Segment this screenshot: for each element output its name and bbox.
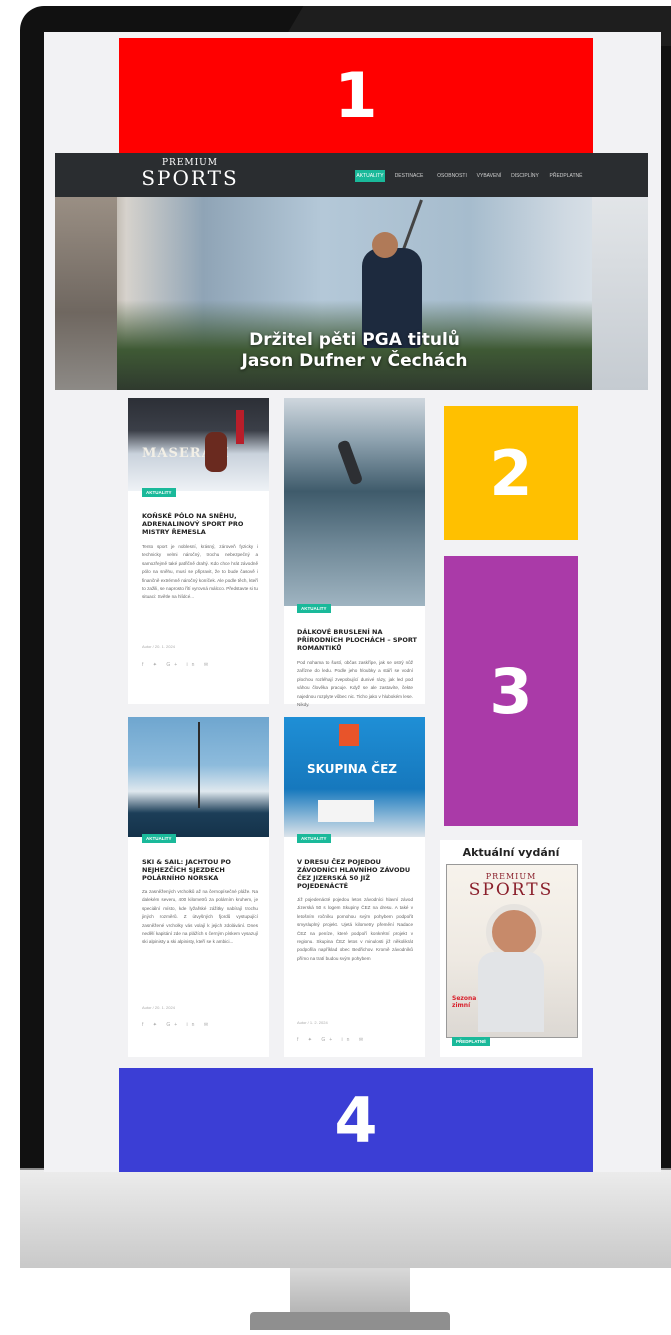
monitor-chin <box>20 1170 671 1268</box>
giant-cheque <box>318 800 374 822</box>
sidebar-title: Aktuální vydání <box>462 846 560 859</box>
ad-slot-1[interactable]: 1 <box>119 38 593 153</box>
magazine-badge: Sezona zimní <box>452 995 477 1009</box>
hero-side-right <box>592 197 648 390</box>
share-icons[interactable]: f ✦ G+ in ✉ <box>297 1037 407 1043</box>
subscribe-button[interactable]: PŘEDPLATNÉ <box>452 1037 491 1046</box>
share-icons[interactable]: f ✦ G+ in ✉ <box>142 1022 252 1028</box>
monitor-stand-foot <box>250 1312 450 1330</box>
article-title[interactable]: SKI & SAIL: JACHTOU PO NEJHEZČÍCH SJEZDE… <box>142 858 262 882</box>
site-logo[interactable]: SPORTS <box>120 166 260 190</box>
nav-item-vybaveni[interactable]: VYBAVENÍ <box>473 170 505 182</box>
hero-title[interactable]: Držitel pěti PGA titulů Jason Dufner v Č… <box>117 330 592 372</box>
hero-title-line-1: Držitel pěti PGA titulů <box>249 330 460 350</box>
cez-logo-icon <box>339 724 359 746</box>
nav-item-aktuality[interactable]: AKTUALITY <box>355 170 385 182</box>
article-meta: Autor / 20. 1. 2024 <box>142 1005 175 1010</box>
article-image-banner-text: SKUPINA ČEZ <box>307 762 397 776</box>
article-title[interactable]: V DRESU ČEZ POJEDOU ZÁVODNÍCI HLAVNÍHO Z… <box>297 858 417 890</box>
nav-item-destinace[interactable]: DESTINACE <box>392 170 426 182</box>
article-meta: Autor / 20. 1. 2024 <box>142 644 175 649</box>
share-icons[interactable]: f ✦ G+ in ✉ <box>142 662 252 668</box>
monitor-stand <box>290 1268 410 1313</box>
article-excerpt: Tento sport je noblesní, krásný, zároveň… <box>142 544 258 600</box>
article-excerpt: Za zasněžených vrcholků až na černopíseč… <box>142 889 258 945</box>
nav-item-discipliny[interactable]: DISCIPLÍNY <box>508 170 542 182</box>
magazine-cover-jacket <box>478 952 544 1032</box>
ad-slot-2[interactable]: 2 <box>444 406 578 540</box>
article-excerpt: Pod nohama to šustí, občas zaskřípe, jak… <box>297 660 413 708</box>
article-tag[interactable]: AKTUALITY <box>142 834 176 843</box>
article-meta: Autor / 1. 2. 2024 <box>297 1020 328 1025</box>
article-title[interactable]: DÁLKOVÉ BRUSLENÍ NA PŘÍRODNÍCH PLOCHÁCH … <box>297 628 417 652</box>
hero-title-line-2: Jason Dufner v Čechách <box>241 351 468 371</box>
ad-slot-4[interactable]: 4 <box>119 1068 593 1172</box>
yacht-mast <box>198 722 200 808</box>
ad-slot-3[interactable]: 3 <box>444 556 578 826</box>
nav-item-predplatne[interactable]: PŘEDPLATNÉ <box>545 170 587 182</box>
article-tag[interactable]: AKTUALITY <box>297 604 331 613</box>
nav-item-osobnosti[interactable]: OSOBNOSTI <box>434 170 470 182</box>
article-image[interactable] <box>284 398 425 606</box>
article-tag[interactable]: AKTUALITY <box>297 834 331 843</box>
golfer-head <box>372 232 398 258</box>
article-tag[interactable]: AKTUALITY <box>142 488 176 497</box>
magazine-title: SPORTS <box>468 880 554 900</box>
article-excerpt: Již pojedenácté pojedou letos závodníci … <box>297 897 413 961</box>
hero-side-left <box>55 197 117 390</box>
article-title[interactable]: KOŇSKÉ PÓLO NA SNĚHU, ADRENALINOVÝ SPORT… <box>142 512 262 536</box>
horse-figure <box>205 432 227 472</box>
article-image[interactable] <box>128 398 269 491</box>
pole-figure <box>236 410 244 444</box>
